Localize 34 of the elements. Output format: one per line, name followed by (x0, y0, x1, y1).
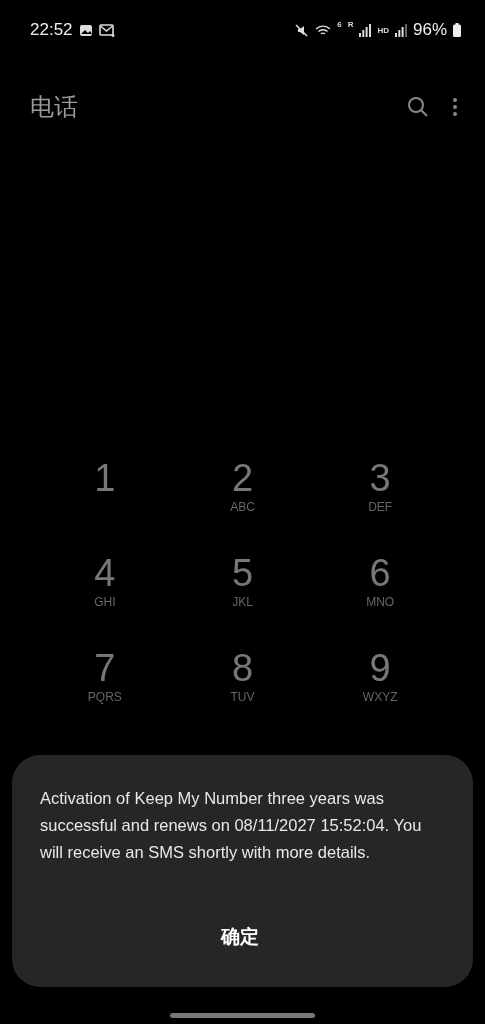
wifi-label: 6 (337, 20, 342, 29)
gallery-icon (78, 23, 93, 37)
dialog-message: Activation of Keep My Number three years was successful and renews on 08/11/2027 15:52:04. You will receive an SMS shortly with more details. (40, 788, 423, 863)
key-letters: PQRS (87, 690, 122, 704)
signal-icon (394, 23, 407, 37)
keypad-key[interactable]: 7 (94, 646, 116, 690)
keypad-key[interactable]: 8 (231, 646, 254, 690)
hd-label: HD (377, 25, 389, 35)
battery-percent: 96% (412, 20, 447, 40)
keypad-key[interactable]: 6 (369, 551, 391, 595)
key-letters: JKL (232, 595, 253, 609)
message-icon (98, 23, 116, 37)
keypad-key[interactable]: 2 (231, 456, 254, 500)
search-icon[interactable] (407, 96, 429, 118)
more-options-icon[interactable] (453, 97, 457, 117)
signal-label: R (347, 20, 354, 29)
mute-icon (294, 22, 310, 38)
key-letters: DEF (368, 500, 393, 514)
key-letters: ABC (230, 500, 255, 514)
wifi-icon (315, 23, 332, 37)
key-letters: MNO (366, 595, 395, 609)
keypad-key[interactable]: 3 (369, 456, 391, 500)
status-time: 22:52 (30, 20, 73, 40)
key-letters: TUV (230, 690, 255, 704)
key-letters: GHI (94, 595, 116, 609)
keypad-key[interactable]: 5 (231, 551, 254, 595)
battery-icon (453, 23, 461, 37)
keypad-key[interactable]: 1 (94, 456, 116, 500)
app-title: 电话 (30, 92, 78, 122)
key-letters: WXYZ (362, 690, 398, 704)
confirm-button[interactable]: 确定 (200, 916, 279, 958)
keypad-key[interactable]: 4 (94, 551, 116, 595)
signal-icon (359, 23, 372, 37)
keypad-key[interactable]: 9 (369, 646, 391, 690)
